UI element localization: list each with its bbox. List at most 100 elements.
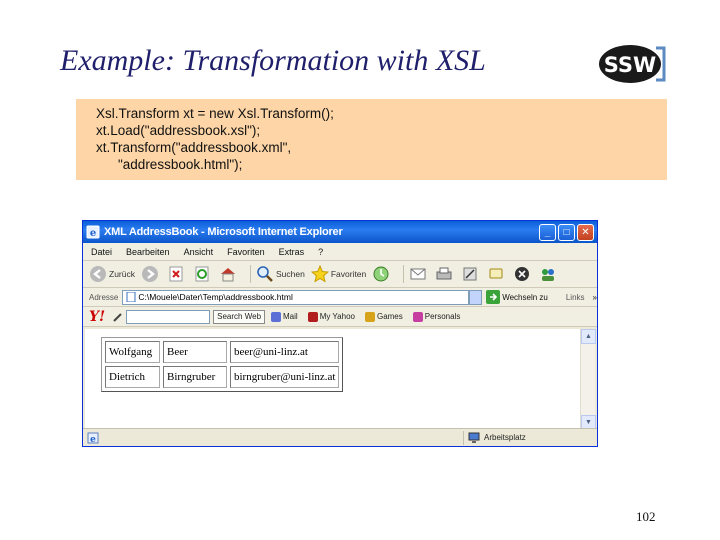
menu-help[interactable]: ? xyxy=(318,247,323,257)
close-button[interactable]: ✕ xyxy=(577,223,594,241)
maximize-button[interactable]: □ xyxy=(558,223,575,241)
pencil-icon[interactable] xyxy=(113,312,123,322)
yahoo-mail-item[interactable]: Mail xyxy=(271,311,298,322)
window-titlebar[interactable]: e XML AddressBook - Microsoft Internet E… xyxy=(83,221,597,243)
page-number: 102 xyxy=(636,509,656,524)
email-cell: birngruber@uni-linz.at xyxy=(230,366,340,388)
search-label: Suchen xyxy=(275,269,305,279)
printer-icon xyxy=(436,267,452,280)
messenger-icon xyxy=(515,267,530,281)
edit-button[interactable] xyxy=(461,265,481,283)
edit-icon xyxy=(463,267,477,281)
email-cell: beer@uni-linz.at xyxy=(230,341,340,363)
minimize-button[interactable]: _ xyxy=(539,223,556,241)
toolbar-separator xyxy=(249,265,251,283)
home-icon xyxy=(220,268,235,282)
address-dropdown[interactable] xyxy=(468,289,483,305)
search-web-button[interactable]: Search Web xyxy=(213,309,266,324)
my-yahoo-label: My Yahoo xyxy=(319,312,355,321)
menu-bar: Datei Bearbeiten Ansicht Favoriten Extra… xyxy=(83,243,597,261)
my-yahoo-item[interactable]: My Yahoo xyxy=(307,311,355,322)
personals-item[interactable]: Personals xyxy=(412,311,461,322)
yahoo-logo[interactable]: Y! xyxy=(89,309,105,325)
stop-button[interactable] xyxy=(167,265,187,283)
page-icon xyxy=(126,292,136,302)
links-label[interactable]: Links xyxy=(566,293,585,302)
search-icon xyxy=(257,266,273,282)
star-icon xyxy=(310,265,329,283)
logo-text: SSW xyxy=(604,53,656,77)
go-arrow-icon xyxy=(486,290,501,304)
first-name-cell: Dietrich xyxy=(105,366,160,388)
menu-ansicht[interactable]: Ansicht xyxy=(184,247,214,257)
menu-datei[interactable]: Datei xyxy=(91,247,112,257)
vertical-scrollbar[interactable]: ▲ ▼ xyxy=(580,329,596,430)
personals-icon xyxy=(412,311,423,322)
go-button[interactable]: Wechseln zu xyxy=(486,290,548,304)
refresh-button[interactable] xyxy=(193,265,213,283)
ssw-logo: SSW xyxy=(598,42,666,86)
status-divider xyxy=(463,430,464,445)
favorites-button[interactable]: Favoriten xyxy=(310,265,367,283)
table-row: Wolfgang Beer beer@uni-linz.at xyxy=(105,341,340,363)
go-label: Wechseln zu xyxy=(502,292,548,302)
stop-icon xyxy=(169,266,183,282)
code-line: "addressbook.html"); xyxy=(118,157,243,172)
mail-icon xyxy=(271,311,282,322)
people-icon xyxy=(542,269,555,281)
discuss-button[interactable] xyxy=(487,265,507,283)
address-input[interactable]: C:\Mouele\Dater\Temp\addressbook.html xyxy=(122,289,469,305)
address-bar: Adresse C:\Mouele\Dater\Temp\addressbook… xyxy=(83,288,597,307)
games-label: Games xyxy=(376,312,403,321)
home-button[interactable] xyxy=(219,265,239,283)
table-row: Dietrich Birngruber birngruber@uni-linz.… xyxy=(105,366,340,388)
last-name-cell: Birngruber xyxy=(163,366,227,388)
games-icon xyxy=(364,311,375,322)
zone-label: Arbeitsplatz xyxy=(484,433,526,442)
ie-window: e XML AddressBook - Microsoft Internet E… xyxy=(82,220,598,447)
back-button[interactable]: Zurück xyxy=(89,265,135,283)
people-button[interactable] xyxy=(539,265,559,283)
window-title: XML AddressBook - Microsoft Internet Exp… xyxy=(104,226,343,238)
slide-title: Example: Transformation with XSL xyxy=(60,44,486,77)
computer-icon xyxy=(468,432,480,443)
favorites-label: Favoriten xyxy=(330,269,367,279)
page-content: Wolfgang Beer beer@uni-linz.at Dietrich … xyxy=(85,329,582,430)
svg-text:e: e xyxy=(90,435,96,444)
first-name-cell: Wolfgang xyxy=(105,341,160,363)
toolbar-separator xyxy=(403,265,405,283)
personals-label: Personals xyxy=(424,312,461,321)
messenger-button[interactable] xyxy=(513,265,533,283)
back-label: Zurück xyxy=(109,269,135,279)
forward-button[interactable] xyxy=(141,265,161,283)
menu-extras[interactable]: Extras xyxy=(279,247,305,257)
print-button[interactable] xyxy=(435,265,455,283)
links-more-icon[interactable]: » xyxy=(593,293,597,302)
yahoo-search-input[interactable] xyxy=(126,309,211,324)
yahoo-mail-label: Mail xyxy=(283,312,298,321)
mail-button[interactable] xyxy=(409,265,429,283)
yahoo-toolbar: Y! Search Web Mail My Yahoo Games Person… xyxy=(83,307,597,327)
address-label: Adresse xyxy=(89,292,119,302)
mail-icon xyxy=(410,268,426,280)
history-button[interactable] xyxy=(372,265,392,283)
ie-status-icon: e xyxy=(87,432,99,444)
zone-indicator: Arbeitsplatz xyxy=(459,430,526,445)
svg-text:e: e xyxy=(90,228,96,239)
forward-arrow-icon xyxy=(141,266,158,282)
scroll-up-icon[interactable]: ▲ xyxy=(581,329,596,344)
games-item[interactable]: Games xyxy=(364,311,403,322)
address-value: C:\Mouele\Dater\Temp\addressbook.html xyxy=(138,291,293,302)
status-bar: e Arbeitsplatz xyxy=(83,428,597,446)
code-line: Xsl.Transform xt = new Xsl.Transform(); xyxy=(96,106,334,121)
code-snippet: Xsl.Transform xt = new Xsl.Transform(); … xyxy=(76,99,667,180)
code-line: xt.Load("addressbook.xsl"); xyxy=(96,123,261,138)
my-yahoo-icon xyxy=(307,311,318,322)
discuss-icon xyxy=(489,268,503,279)
menu-favoriten[interactable]: Favoriten xyxy=(227,247,265,257)
menu-bearbeiten[interactable]: Bearbeiten xyxy=(126,247,170,257)
search-button[interactable]: Suchen xyxy=(256,265,305,283)
code-line: xt.Transform("addressbook.xml", xyxy=(96,140,292,155)
standard-toolbar: Zurück Suchen Favoriten xyxy=(83,261,597,288)
refresh-icon xyxy=(195,266,209,282)
